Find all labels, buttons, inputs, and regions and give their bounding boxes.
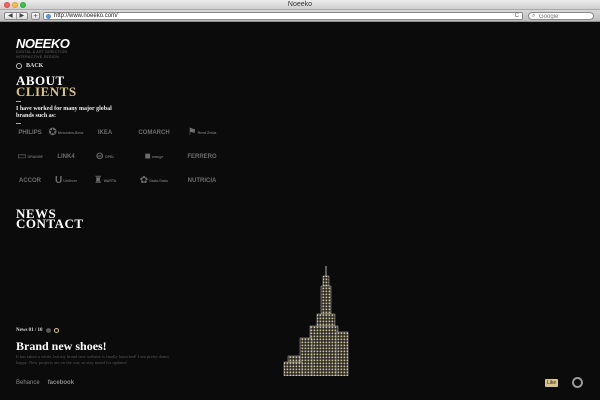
- brand-name: ACCOR: [19, 178, 41, 184]
- brand-icon: ✿: [139, 175, 149, 186]
- nav-clients[interactable]: CLIENTS: [16, 85, 77, 98]
- address-url[interactable]: http://www.noeeko.com/: [54, 13, 118, 20]
- brand-name: ORANGE: [27, 155, 43, 159]
- back-label: BACK: [26, 63, 44, 69]
- brand-icon: ⊖: [95, 151, 104, 162]
- facebook-link[interactable]: facebook: [48, 380, 74, 386]
- brand-name: FERRERO: [187, 154, 217, 160]
- news-text: It has taken a while, but my brand new w…: [16, 354, 169, 365]
- brand-logo: NUTRICIA: [182, 173, 222, 189]
- brand-name: Unilever: [63, 179, 78, 183]
- brand-logo: ⊖ OPEL: [86, 149, 124, 165]
- brand-name: WARTA: [103, 179, 117, 183]
- forward-arrow-button[interactable]: ▶: [17, 13, 28, 19]
- brand-name: LINK4: [57, 154, 75, 160]
- skyscraper-illustration: [283, 266, 349, 376]
- brand-name: Gadu-Gadu: [149, 179, 169, 183]
- news-pager: News 01 / 10: [16, 328, 59, 333]
- address-bar[interactable]: http://www.noeeko.com/ C: [43, 12, 523, 20]
- brand-name: OPEL: [104, 155, 115, 159]
- brand-name: IKEA: [97, 130, 113, 136]
- nav-buttons: ◀ ▶: [4, 12, 28, 20]
- back-circle-icon: [16, 63, 22, 69]
- globe-icon: [46, 14, 51, 19]
- clients-intro: I have worked for many major global bran…: [16, 106, 112, 119]
- brand-name: COMARCH: [138, 130, 170, 136]
- brand-name: NUTRICIA: [187, 178, 217, 184]
- brand-icon: ♜: [93, 175, 103, 186]
- browser-toolbar: ◀ ▶ + http://www.noeeko.com/ C ⌕: [0, 10, 600, 22]
- window-titlebar: Noeeko: [0, 0, 600, 10]
- search-input[interactable]: [539, 13, 591, 20]
- reload-button[interactable]: C: [515, 13, 519, 20]
- brand-logo: U Unilever: [52, 173, 80, 189]
- brand-logo: ▭ ORANGE: [14, 149, 46, 165]
- nav-contact[interactable]: CONTACT: [16, 217, 84, 230]
- brand-logo: FERRERO: [182, 149, 222, 165]
- brand-icon: ▭: [17, 151, 27, 162]
- brand-name: Reed Zelda: [197, 131, 217, 135]
- brand-icon: ■: [144, 151, 151, 162]
- window-title: Noeeko: [287, 1, 313, 8]
- brand-icon: ⚑: [187, 127, 197, 138]
- brand-name: Mercedes-Benz: [57, 131, 84, 135]
- brand-icon: ✪: [48, 127, 57, 138]
- divider: [16, 101, 21, 102]
- back-link[interactable]: BACK: [16, 63, 43, 69]
- behance-link[interactable]: Behance: [16, 380, 40, 386]
- news-counter: News 01 / 10: [16, 328, 43, 333]
- brand-name: PHILIPS: [18, 130, 42, 136]
- news-prev-dot[interactable]: [45, 328, 51, 333]
- page-content: NOEEKO Digital & Art Direction Interacti…: [0, 23, 600, 400]
- social-links: Behance facebook: [16, 380, 74, 386]
- brand-logo: ✿ Gadu-Gadu: [132, 173, 176, 189]
- news-next-dot[interactable]: [53, 328, 59, 333]
- brand-logo: ♜ WARTA: [86, 173, 124, 189]
- add-bookmark-button[interactable]: +: [31, 12, 40, 20]
- sound-toggle-icon[interactable]: [572, 377, 583, 388]
- brand-logo: ■ orange: [132, 149, 176, 165]
- like-button[interactable]: Like: [545, 379, 559, 387]
- back-arrow-button[interactable]: ◀: [5, 13, 17, 19]
- brand-logo: PHILIPS: [14, 125, 46, 141]
- brand-name: orange: [151, 155, 164, 159]
- site-logo[interactable]: NOEEKO: [16, 36, 70, 51]
- search-bar[interactable]: ⌕: [528, 12, 594, 20]
- brand-logo: ⚑ Reed Zelda: [182, 125, 222, 141]
- search-icon: ⌕: [532, 13, 536, 19]
- brand-logo: COMARCH: [132, 125, 176, 141]
- brand-icon: U: [54, 175, 63, 186]
- divider: [16, 123, 21, 124]
- brand-logo: ACCOR: [14, 173, 46, 189]
- brand-logo: LINK4: [52, 149, 80, 165]
- brand-logo: IKEA: [86, 125, 124, 141]
- site-tagline: Digital & Art Direction Interactive Desi…: [16, 50, 68, 59]
- news-title[interactable]: Brand new shoes!: [16, 339, 107, 354]
- brand-logo: ✪ Mercedes-Benz: [48, 125, 83, 141]
